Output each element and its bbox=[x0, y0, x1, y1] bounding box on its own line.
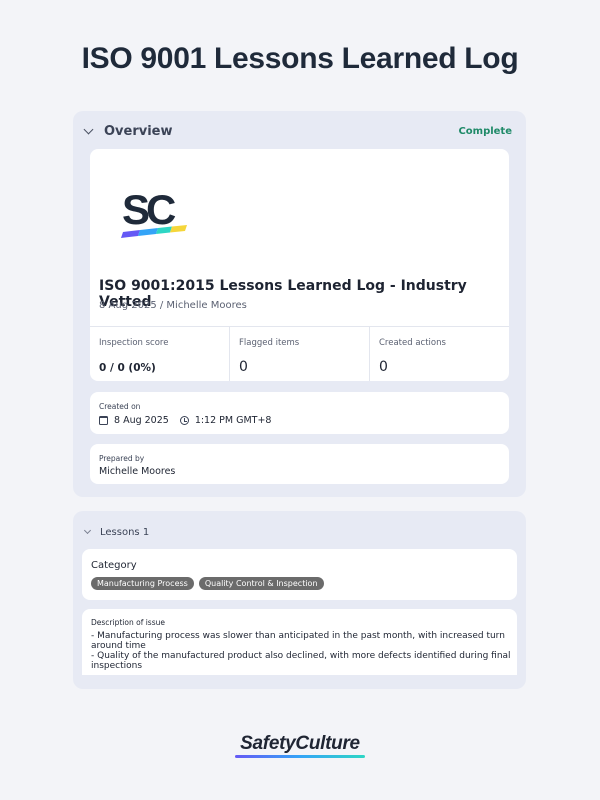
report-subtitle: 8 Aug 2025 / Michelle Moores bbox=[99, 300, 247, 311]
calendar-icon bbox=[99, 416, 108, 425]
stat-value: 0 / 0 (0%) bbox=[99, 362, 156, 374]
description-card: Description of issue - Manufacturing pro… bbox=[82, 609, 517, 675]
brand-underline bbox=[235, 755, 365, 758]
stat-label: Created actions bbox=[379, 338, 446, 348]
prepared-by-label: Prepared by bbox=[99, 454, 145, 463]
stat-label: Flagged items bbox=[239, 338, 300, 348]
category-tag: Manufacturing Process bbox=[91, 577, 194, 590]
svg-text:SC: SC bbox=[122, 186, 176, 233]
stat-value: 0 bbox=[379, 359, 388, 375]
stat-label: Inspection score bbox=[99, 338, 169, 348]
created-on-row: 8 Aug 2025 1:12 PM GMT+8 bbox=[99, 415, 271, 426]
created-time: 1:12 PM GMT+8 bbox=[194, 415, 272, 426]
category-tag: Quality Control & Inspection bbox=[198, 577, 324, 590]
category-tags: Manufacturing Process Quality Control & … bbox=[91, 577, 324, 590]
lessons-header[interactable]: Lessons 1 bbox=[83, 525, 150, 539]
created-date: 8 Aug 2025 bbox=[114, 415, 169, 426]
footer: SafetyCulture bbox=[0, 733, 600, 758]
status-badge: Complete bbox=[458, 125, 512, 137]
stat-inspection-score: Inspection score 0 / 0 (0%) bbox=[90, 327, 230, 381]
safetyculture-logo: SC bbox=[121, 186, 187, 238]
clock-icon bbox=[179, 416, 189, 425]
overview-panel: Overview Complete SC ISO 9001:2015 Lesso… bbox=[73, 111, 526, 497]
lessons-title: Lessons 1 bbox=[100, 526, 150, 538]
category-card: Category Manufacturing Process Quality C… bbox=[82, 549, 517, 600]
footer-brand: SafetyCulture bbox=[240, 733, 360, 754]
stat-value: 0 bbox=[239, 359, 248, 375]
report-summary-card: SC ISO 9001:2015 Lessons Learned Log - I… bbox=[90, 149, 509, 381]
stat-flagged-items: Flagged items 0 bbox=[230, 327, 370, 381]
prepared-by-card: Prepared by Michelle Moores bbox=[90, 444, 509, 484]
created-on-card: Created on 8 Aug 2025 1:12 PM GMT+8 bbox=[90, 392, 509, 434]
overview-title: Overview bbox=[104, 123, 173, 139]
category-label: Category bbox=[91, 560, 137, 571]
page-title: ISO 9001 Lessons Learned Log bbox=[81, 42, 519, 75]
chevron-down-icon[interactable] bbox=[83, 124, 94, 134]
prepared-by-value: Michelle Moores bbox=[99, 466, 176, 477]
overview-header[interactable]: Overview Complete bbox=[83, 123, 512, 139]
lessons-panel: Lessons 1 Category Manufacturing Process… bbox=[73, 511, 526, 689]
stat-created-actions: Created actions 0 bbox=[370, 327, 509, 381]
chevron-down-icon[interactable] bbox=[83, 526, 92, 535]
description-text: - Manufacturing process was slower than … bbox=[91, 631, 511, 671]
stats-row: Inspection score 0 / 0 (0%) Flagged item… bbox=[90, 326, 509, 381]
created-on-label: Created on bbox=[99, 402, 141, 411]
description-label: Description of issue bbox=[91, 618, 165, 627]
